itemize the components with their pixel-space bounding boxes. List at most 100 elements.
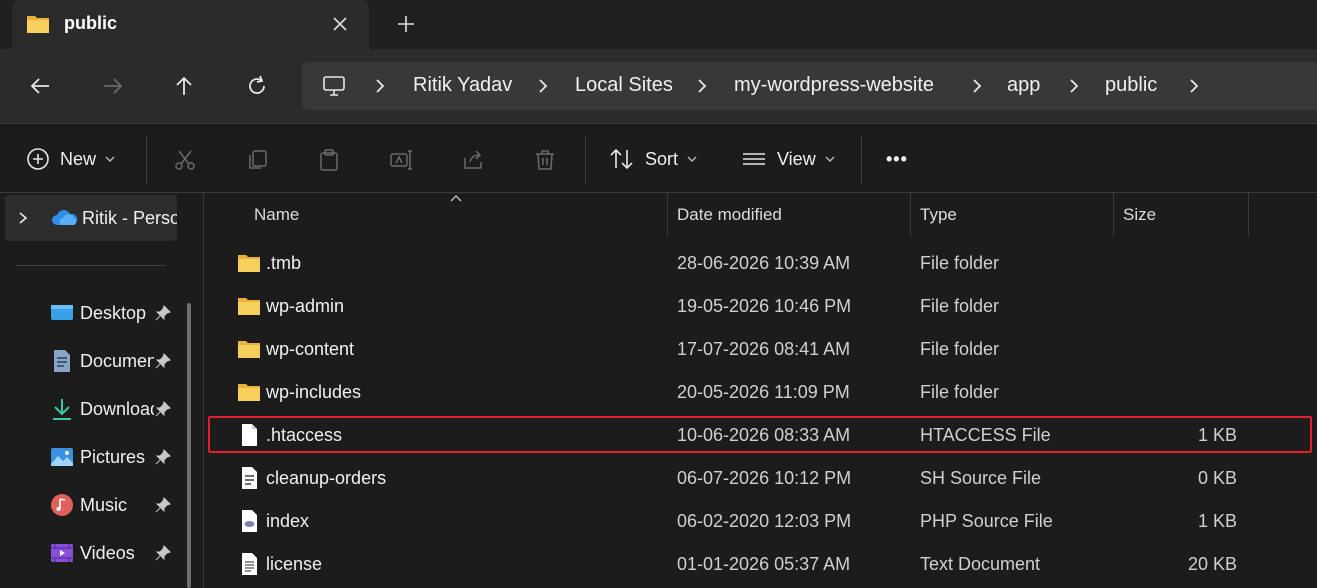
file-type: File folder (920, 253, 1000, 273)
file-type: SH Source File (920, 468, 1042, 488)
toolbar-divider (585, 136, 586, 184)
folder-icon (238, 255, 260, 272)
plus-circle-icon (27, 148, 49, 170)
file-row[interactable]: wp-content 17-07-2026 08:41 AM File folder (205, 328, 1317, 371)
chevron-right-icon[interactable] (1186, 78, 1202, 94)
file-size: 20 KB (1187, 554, 1237, 574)
file-name: wp-admin (266, 296, 345, 316)
pin-icon[interactable] (155, 353, 171, 369)
pin-icon[interactable] (155, 497, 171, 513)
file-row[interactable]: wp-includes 20-05-2026 11:09 PM File folde… (205, 371, 1317, 414)
file-name: license (266, 554, 323, 574)
sort-icon (610, 148, 633, 170)
title-bar: public (0, 0, 1317, 49)
new-button[interactable]: New (26, 144, 116, 174)
pictures-icon (51, 448, 73, 466)
music-icon (51, 494, 73, 516)
folder-icon (238, 341, 260, 358)
sidebar-item-pictures[interactable]: Pictures (48, 439, 178, 475)
arrow-right-icon[interactable] (96, 69, 130, 103)
pin-icon[interactable] (155, 401, 171, 417)
file-name: .tmb (266, 253, 302, 273)
more-options-button[interactable]: ••• (886, 144, 908, 174)
file-type: Text Document (920, 554, 1041, 574)
file-row[interactable]: cleanup-orders 06-07-2026 10:12 PM SH Sour… (205, 457, 1317, 500)
sort-ascending-icon (450, 195, 462, 202)
php-file-icon (242, 510, 257, 532)
sidebar-item-documents[interactable]: Documents (48, 343, 178, 379)
paste-icon[interactable] (315, 146, 343, 174)
downloads-icon (53, 399, 71, 420)
sidebar-item-music[interactable]: Music (48, 487, 178, 523)
sidebar-item-label: Downloads (80, 399, 154, 419)
rename-icon[interactable] (387, 146, 415, 174)
column-divider[interactable] (910, 193, 911, 237)
file-type: PHP Source File (920, 511, 1053, 531)
onedrive-cloud-icon (52, 210, 78, 225)
arrow-left-icon[interactable] (23, 69, 57, 103)
breadcrumb-public[interactable]: public (1105, 74, 1157, 97)
file-date: 06-07-2026 10:12 PM (677, 468, 852, 488)
cut-icon[interactable] (171, 146, 199, 174)
plus-icon[interactable] (392, 10, 420, 38)
sidebar-item-downloads[interactable]: Downloads (48, 391, 178, 427)
sidebar-scrollbar[interactable] (187, 303, 191, 588)
column-header-type[interactable]: Type (920, 205, 957, 225)
file-name: wp-includes (266, 382, 362, 402)
delete-icon[interactable] (531, 146, 559, 174)
column-headers: Name Date modified Type Size (205, 193, 1317, 237)
view-button[interactable]: View (741, 144, 836, 174)
address-bar[interactable]: Ritik Yadav Local Sites my-wordpress-web… (302, 62, 1317, 110)
videos-icon (51, 544, 73, 562)
file-row[interactable]: index 06-02-2020 12:03 PM PHP Source File 1… (205, 500, 1317, 543)
tab-public[interactable]: public (12, 0, 369, 49)
file-row[interactable]: wp-admin 19-05-2026 10:46 PM File folder (205, 285, 1317, 328)
arrow-up-icon[interactable] (167, 69, 201, 103)
highlight-box (208, 416, 1312, 453)
pin-icon[interactable] (155, 449, 171, 465)
close-icon[interactable] (326, 10, 354, 38)
command-bar: New Sort View ••• (0, 123, 1317, 193)
sidebar-item-label: Documents (80, 351, 154, 371)
chevron-right-icon[interactable] (969, 78, 985, 94)
chevron-right-icon[interactable] (1066, 78, 1082, 94)
chevron-down-icon (825, 156, 835, 162)
chevron-right-icon[interactable] (535, 78, 551, 94)
computer-icon[interactable] (322, 74, 346, 98)
sidebar-item-onedrive[interactable]: Ritik - Personal (5, 195, 177, 241)
breadcrumb-my-wordpress-website[interactable]: my-wordpress-website (734, 74, 934, 97)
sort-button[interactable]: Sort (609, 144, 698, 174)
column-header-name[interactable]: Name (254, 205, 299, 225)
file-type: File folder (920, 382, 1000, 402)
chevron-right-icon[interactable] (17, 211, 29, 225)
share-icon[interactable] (459, 146, 487, 174)
column-header-date[interactable]: Date modified (677, 205, 782, 225)
column-header-size[interactable]: Size (1123, 205, 1156, 225)
column-divider[interactable] (667, 193, 668, 237)
breadcrumb-app[interactable]: app (1007, 74, 1040, 97)
navigation-pane: Ritik - Personal Desktop Documents Downl… (0, 193, 204, 588)
sidebar-item-videos[interactable]: Videos (48, 535, 178, 571)
pin-icon[interactable] (155, 305, 171, 321)
file-type: File folder (920, 296, 1000, 316)
sidebar-item-label: Music (80, 495, 128, 515)
sidebar-item-label: Desktop (80, 303, 147, 323)
sidebar-item-desktop[interactable]: Desktop (48, 295, 178, 331)
copy-icon[interactable] (243, 146, 271, 174)
file-row[interactable]: license 01-01-2026 05:37 AM Text Document 2… (205, 543, 1317, 586)
view-list-icon (743, 153, 765, 165)
column-divider[interactable] (1113, 193, 1114, 237)
breadcrumb-local-sites[interactable]: Local Sites (575, 74, 673, 97)
chevron-right-icon[interactable] (694, 78, 710, 94)
chevron-right-icon[interactable] (372, 78, 388, 94)
column-divider[interactable] (1248, 193, 1249, 237)
chevron-down-icon (105, 156, 115, 162)
file-name: wp-content (266, 339, 355, 359)
file-row[interactable]: .tmb 28-06-2026 10:39 AM File folder (205, 242, 1317, 285)
documents-icon (54, 350, 70, 372)
file-type: File folder (920, 339, 1000, 359)
file-size: 1 KB (1197, 511, 1237, 531)
pin-icon[interactable] (155, 545, 171, 561)
refresh-icon[interactable] (240, 69, 274, 103)
breadcrumb-ritik-yadav[interactable]: Ritik Yadav (413, 74, 512, 97)
